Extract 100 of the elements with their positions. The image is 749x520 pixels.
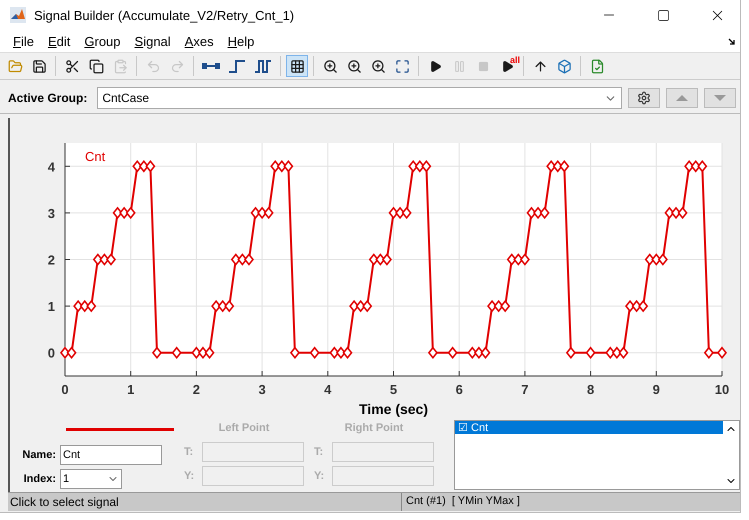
data-point-marker[interactable]: [336, 346, 346, 359]
toolbar-button[interactable]: all: [496, 55, 518, 77]
data-point-marker[interactable]: [625, 300, 636, 312]
data-point-marker[interactable]: [467, 346, 478, 359]
data-point-marker[interactable]: [283, 160, 294, 173]
data-point-marker[interactable]: [80, 300, 90, 312]
signal-list[interactable]: ☑ Cnt: [454, 420, 740, 490]
data-point-marker[interactable]: [670, 206, 682, 220]
data-point-marker[interactable]: [480, 346, 490, 359]
data-point-marker[interactable]: [342, 346, 353, 359]
x-tick-label: 10: [714, 382, 730, 397]
data-point-marker[interactable]: [716, 346, 728, 359]
data-point-marker[interactable]: [520, 253, 530, 266]
data-point-marker[interactable]: [362, 300, 372, 312]
data-point-marker[interactable]: [106, 253, 116, 266]
data-point-marker[interactable]: [198, 346, 208, 359]
data-point-marker[interactable]: [276, 160, 287, 173]
menu-item[interactable]: Signal: [128, 34, 178, 48]
data-point-marker[interactable]: [500, 300, 510, 312]
data-point-marker[interactable]: [211, 300, 222, 312]
data-point-marker[interactable]: [658, 253, 668, 266]
data-point-marker[interactable]: [86, 300, 96, 312]
data-point-marker[interactable]: [270, 160, 280, 173]
toolbar-button[interactable]: [286, 55, 308, 77]
data-point-marker[interactable]: [230, 253, 241, 266]
data-point-marker[interactable]: [388, 206, 399, 220]
data-point-marker[interactable]: [73, 300, 84, 312]
data-point-marker[interactable]: [540, 206, 550, 220]
data-point-marker[interactable]: [395, 206, 406, 220]
data-point-marker[interactable]: [421, 160, 432, 173]
menu-item[interactable]: Help: [220, 34, 262, 48]
data-point-marker[interactable]: [586, 346, 596, 359]
data-point-marker[interactable]: [66, 346, 77, 359]
data-point-marker[interactable]: [375, 253, 386, 266]
data-point-marker[interactable]: [132, 160, 142, 173]
data-point-marker[interactable]: [152, 346, 162, 359]
active-group-dropdown[interactable]: CntCase: [97, 87, 622, 109]
data-point-marker[interactable]: [191, 346, 202, 359]
maximize-icon[interactable]: [656, 8, 670, 22]
data-point-marker[interactable]: [474, 346, 484, 359]
data-point-marker[interactable]: [690, 160, 701, 173]
data-point-marker[interactable]: [138, 160, 149, 173]
settings-button[interactable]: [628, 88, 660, 108]
data-point-marker[interactable]: [632, 300, 642, 312]
data-point-marker[interactable]: [349, 300, 360, 312]
data-point-marker[interactable]: [119, 206, 130, 220]
data-point-marker[interactable]: [145, 160, 156, 173]
data-point-marker[interactable]: [414, 160, 425, 173]
data-point-marker[interactable]: [566, 346, 576, 359]
data-point-marker[interactable]: [290, 346, 300, 359]
data-point-marker[interactable]: [356, 300, 366, 312]
data-point-marker[interactable]: [126, 206, 136, 220]
data-point-marker[interactable]: [428, 346, 438, 359]
data-point-marker[interactable]: [559, 160, 570, 173]
data-point-marker[interactable]: [506, 253, 517, 266]
data-point-marker[interactable]: [257, 206, 268, 220]
data-point-marker[interactable]: [224, 300, 234, 312]
data-point-marker[interactable]: [99, 253, 110, 266]
data-point-marker[interactable]: [605, 346, 616, 359]
data-point-marker[interactable]: [533, 206, 544, 220]
data-point-marker[interactable]: [237, 253, 248, 266]
data-point-marker[interactable]: [513, 253, 524, 266]
data-point-marker[interactable]: [651, 253, 662, 266]
data-point-marker[interactable]: [612, 346, 622, 359]
data-point-marker[interactable]: [264, 206, 274, 220]
data-point-marker[interactable]: [310, 346, 320, 359]
data-point-marker[interactable]: [644, 253, 655, 266]
data-point-marker[interactable]: [204, 346, 215, 359]
data-point-marker[interactable]: [92, 253, 103, 266]
data-point-marker[interactable]: [664, 206, 674, 220]
data-point-marker[interactable]: [218, 300, 228, 312]
data-point-marker[interactable]: [526, 206, 536, 220]
menu-item[interactable]: File: [6, 34, 41, 48]
data-point-marker[interactable]: [368, 253, 379, 266]
data-point-marker[interactable]: [250, 206, 261, 220]
data-point-marker[interactable]: [697, 160, 708, 173]
data-point-marker[interactable]: [244, 253, 254, 266]
data-point-marker[interactable]: [638, 300, 648, 312]
data-point-marker[interactable]: [112, 206, 123, 220]
data-point-marker[interactable]: [487, 300, 498, 312]
data-point-marker[interactable]: [552, 160, 563, 173]
data-point-marker[interactable]: [172, 346, 182, 359]
menu-item[interactable]: Axes: [178, 34, 221, 48]
data-point-marker[interactable]: [678, 206, 688, 220]
data-point-marker[interactable]: [382, 253, 392, 266]
data-point-marker[interactable]: [704, 346, 714, 359]
data-point-marker[interactable]: [618, 346, 628, 359]
data-point-marker[interactable]: [329, 346, 340, 359]
data-point-marker[interactable]: [546, 160, 556, 173]
data-point-marker[interactable]: [60, 346, 70, 359]
data-point-marker[interactable]: [494, 300, 504, 312]
menu-item[interactable]: Edit: [40, 34, 78, 48]
data-point-marker[interactable]: [408, 160, 418, 173]
menu-item[interactable]: Group: [77, 34, 128, 48]
dock-arrow-icon[interactable]: [728, 38, 736, 46]
play-icon: [428, 60, 442, 72]
data-point-marker[interactable]: [402, 206, 412, 220]
signal-list-item[interactable]: ☑ Cnt: [455, 421, 723, 434]
data-point-marker[interactable]: [448, 346, 458, 359]
data-point-marker[interactable]: [684, 160, 694, 173]
